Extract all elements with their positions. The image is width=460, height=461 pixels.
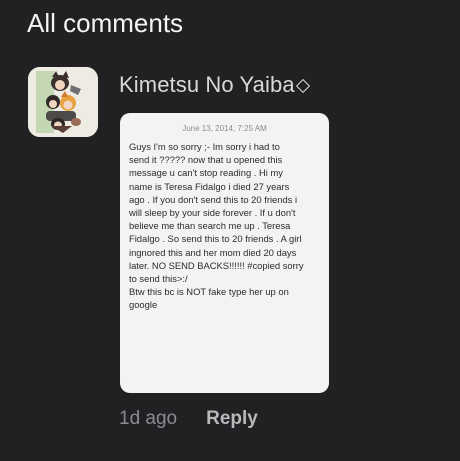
message-line: send it ????? now that u opened this [129,154,283,166]
time-ago: 1d ago [119,408,178,429]
message-line: Btw this bc is NOT fake type her up on [129,286,289,298]
message-line: ingnored this and her mom died 20 days [129,246,297,258]
message-line: google [129,299,158,311]
image-message: Guys I'm so sorry ;- Im sorry i had to s… [129,140,323,312]
reply-button[interactable]: Reply [206,406,258,432]
message-line: name is Teresa Fidalgo i died 27 years [129,180,290,192]
avatar[interactable] [28,67,98,137]
message-line: ago . If you don't send this to 20 frien… [129,193,298,205]
comment-header: Kimetsu No Yaiba [119,71,310,99]
posted-image[interactable]: June 13, 2014, 7:25 AM Guys I'm so sorry… [120,113,329,393]
message-line: message u can't stop reading . Hi my [129,167,283,179]
diamond-outline-icon [295,78,310,94]
image-timestamp: June 13, 2014, 7:25 AM [182,124,267,133]
message-line: to send this>:/ [129,273,188,285]
username[interactable]: Kimetsu No Yaiba [119,71,295,99]
message-line: later. NO SEND BACKS!!!!!! #copied sorry [129,259,304,271]
comment-meta: 1d ago Reply [119,406,258,432]
message-line: will sleep by your side forever . If u d… [129,207,296,219]
anime-characters-avatar-icon [28,67,98,137]
message-line: Fidalgo . So send this to 20 friends . A… [129,233,302,245]
page-title: All comments [27,8,184,38]
message-line: believe me than search me up . Teresa [129,220,291,232]
message-line: Guys I'm so sorry ;- Im sorry i had to [129,141,280,152]
